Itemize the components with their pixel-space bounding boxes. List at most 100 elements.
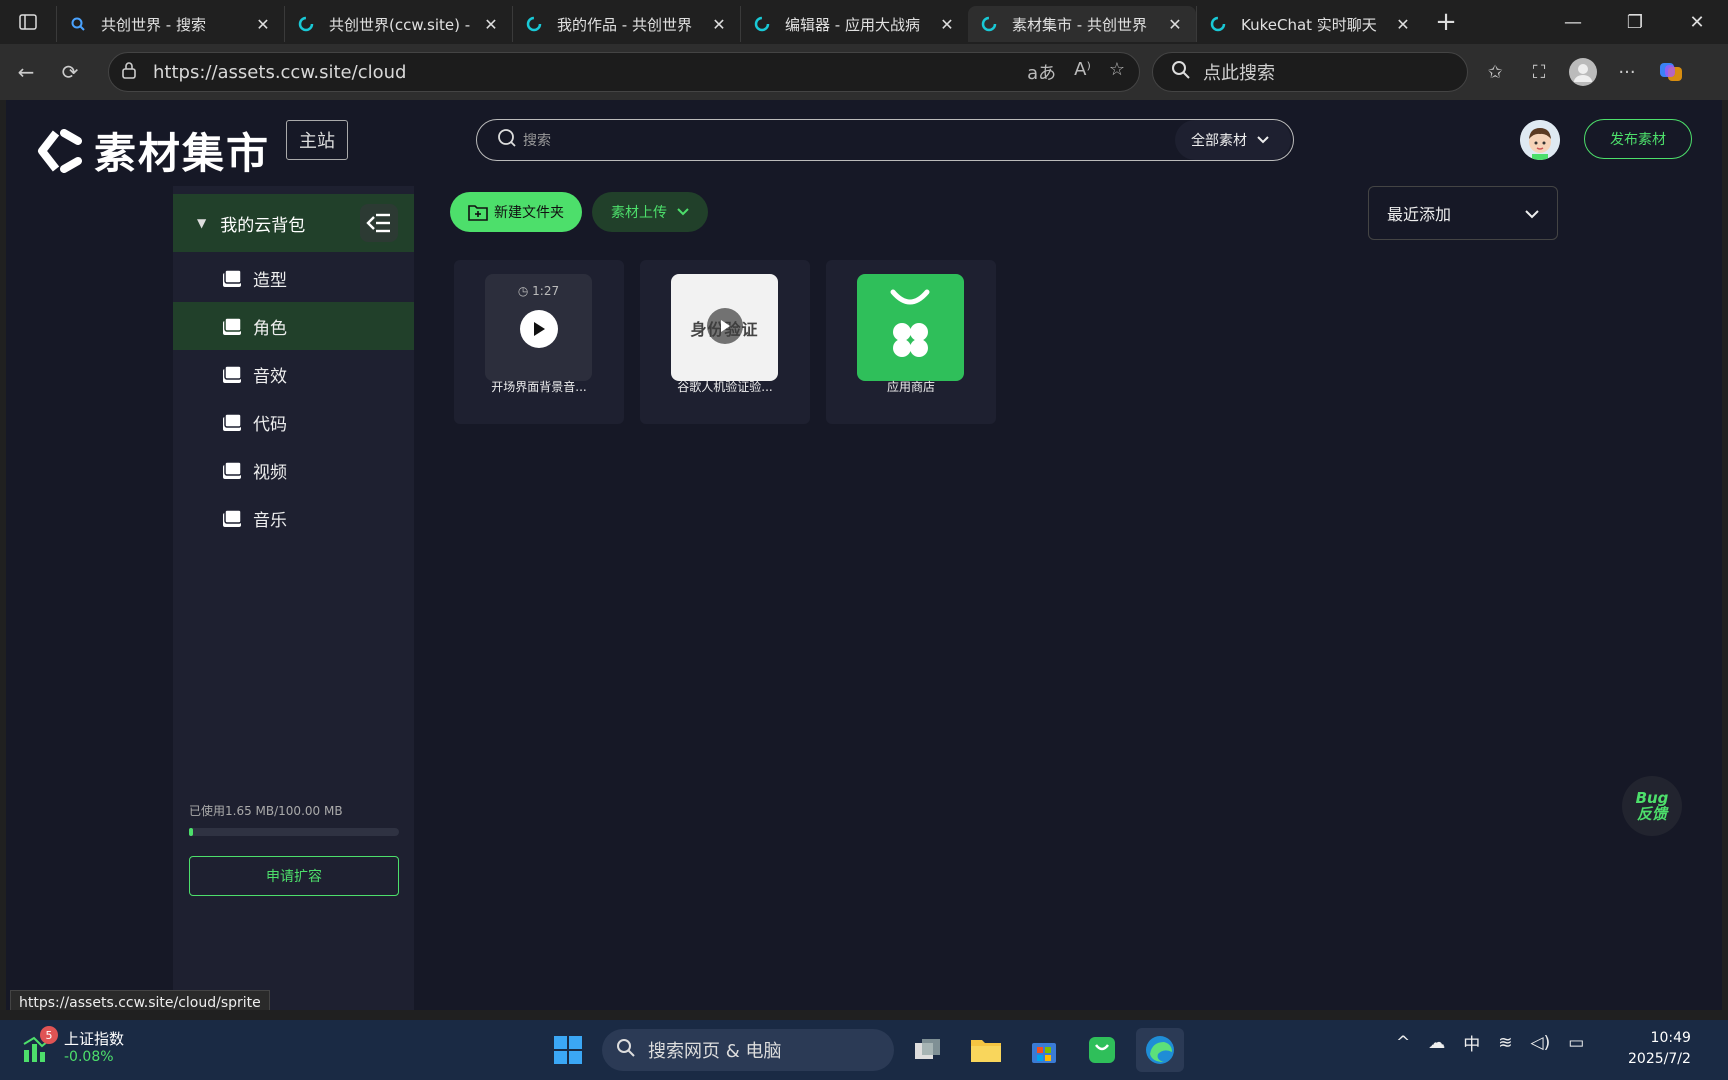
clock-time: 10:49 (1650, 1030, 1691, 1046)
link-status-tooltip: https://assets.ccw.site/cloud/sprite (10, 990, 270, 1010)
bug-line2: 反馈 (1636, 805, 1667, 823)
task-view-button[interactable] (904, 1028, 952, 1072)
collapse-sidebar-button[interactable] (360, 204, 398, 242)
close-icon[interactable]: ✕ (482, 15, 500, 34)
collapse-icon (366, 213, 390, 233)
new-tab-button[interactable]: + (1424, 7, 1468, 37)
storage-usage-fill (189, 828, 194, 836)
browser-tab[interactable]: 共创世界 - 搜索 ✕ (56, 6, 284, 42)
search-icon (1171, 60, 1191, 84)
task-view-icon (915, 1039, 940, 1059)
folder-icon (971, 1040, 1001, 1062)
file-explorer-button[interactable] (962, 1028, 1010, 1072)
storage-usage-bar (189, 828, 399, 836)
folder-plus-icon (468, 205, 488, 221)
sidebar-item-video[interactable]: 视频 (173, 446, 414, 494)
site-logo[interactable]: 素材集市 (36, 120, 270, 181)
store-button[interactable] (1020, 1028, 1068, 1072)
read-aloud-icon[interactable]: A⁾ (1074, 59, 1091, 85)
browser-tab-strip: 共创世界 - 搜索 ✕ 共创世界(ccw.site) - ✕ 我的作品 - 共创… (0, 0, 1728, 44)
back-button[interactable]: ← (4, 52, 48, 92)
onedrive-icon[interactable]: ☁ (1428, 1033, 1445, 1053)
sort-label: 最近添加 (1387, 205, 1452, 224)
close-icon[interactable]: ✕ (254, 15, 272, 34)
minimize-icon[interactable]: — (1542, 0, 1604, 44)
sidebar-item-sprite[interactable]: 角色 (173, 302, 414, 350)
asset-card[interactable]: 应用商店 (826, 260, 996, 424)
ccw-icon (525, 15, 543, 33)
window-controls: — ❐ ✕ (1542, 0, 1728, 44)
screenshot-icon[interactable]: ⛶ (1524, 57, 1554, 87)
page-content: 素材集市 主站 搜索 全部素材 发布素材 ▼ 我的云背包 造型 角色 音效 代码… (6, 100, 1722, 1010)
translate-icon[interactable]: aあ (1027, 59, 1056, 85)
sidebar-item-sound[interactable]: 音效 (173, 350, 414, 398)
close-icon[interactable]: ✕ (1394, 15, 1412, 34)
start-button[interactable] (544, 1028, 592, 1072)
folder-icon (223, 461, 242, 479)
stock-widget[interactable]: 5 上证指数 -0.08% (22, 1026, 124, 1065)
battery-icon[interactable]: ▭ (1568, 1033, 1584, 1053)
tab-title: 共创世界 - 搜索 (101, 15, 206, 34)
app-store-thumbnail (857, 274, 964, 381)
taskbar-search[interactable]: 搜索网页 & 电脑 (602, 1029, 894, 1071)
system-clock[interactable]: 10:49 2025/7/2 (1628, 1028, 1691, 1070)
user-avatar[interactable] (1520, 120, 1560, 160)
folder-icon (223, 509, 242, 527)
new-folder-button[interactable]: 新建文件夹 (450, 192, 582, 232)
edge-browser-button[interactable] (1136, 1028, 1184, 1072)
copilot-icon[interactable] (1656, 57, 1686, 87)
more-icon[interactable]: ··· (1612, 57, 1642, 87)
new-folder-label: 新建文件夹 (494, 205, 564, 221)
close-icon[interactable]: ✕ (1166, 15, 1184, 34)
notification-badge: 5 (40, 1026, 58, 1044)
close-icon[interactable]: ✕ (710, 15, 728, 34)
browser-tab[interactable]: KukeChat 实时聊天 ✕ (1196, 6, 1424, 42)
sort-dropdown[interactable]: 最近添加 (1368, 186, 1558, 240)
main-site-button[interactable]: 主站 (286, 120, 348, 160)
restore-icon[interactable]: ❐ (1604, 0, 1666, 44)
wifi-icon[interactable]: ≋ (1498, 1033, 1512, 1053)
request-expansion-button[interactable]: 申请扩容 (189, 856, 399, 896)
volume-icon[interactable]: ◁) (1531, 1033, 1551, 1053)
close-icon[interactable]: ✕ (938, 15, 956, 34)
close-window-icon[interactable]: ✕ (1666, 0, 1728, 44)
favorites-icon[interactable]: ✩ (1480, 57, 1510, 87)
publish-asset-button[interactable]: 发布素材 (1584, 119, 1692, 159)
browser-tab[interactable]: 共创世界(ccw.site) - ✕ (284, 6, 512, 42)
app-store-taskbar-button[interactable] (1078, 1028, 1126, 1072)
asset-search-bar[interactable]: 搜索 全部素材 (476, 119, 1294, 161)
chevron-up-icon[interactable]: ^ (1396, 1033, 1410, 1053)
sidebar-item-costume[interactable]: 造型 (173, 254, 414, 302)
sidebar-item-music[interactable]: 音乐 (173, 494, 414, 542)
sidebar-item-code[interactable]: 代码 (173, 398, 414, 446)
browser-tab[interactable]: 编辑器 - 应用大战病 ✕ (740, 6, 968, 42)
play-button[interactable] (520, 310, 558, 348)
address-bar[interactable]: https://assets.ccw.site/cloud aあ A⁾ ☆ (108, 52, 1140, 92)
asset-card[interactable]: ◷ 1:27 开场界面背景音... (454, 260, 624, 424)
refresh-button[interactable]: ⟳ (48, 52, 92, 92)
cloud-backpack-sidebar: ▼ 我的云背包 造型 角色 音效 代码 视频 音乐 已使用1.65 MB/100… (173, 186, 414, 1010)
folder-icon (223, 413, 242, 431)
asset-search-input[interactable]: 搜索 (523, 130, 1175, 150)
caret-down-icon: ▼ (197, 216, 207, 230)
asset-card[interactable]: 身份验证 谷歌人机验证验... (640, 260, 810, 424)
upload-asset-button[interactable]: 素材上传 (592, 192, 708, 232)
browser-tab-active[interactable]: 素材集市 - 共创世界 ✕ (968, 6, 1196, 42)
browser-tab[interactable]: 我的作品 - 共创世界 ✕ (512, 6, 740, 42)
ime-indicator[interactable]: 中 (1463, 1030, 1480, 1055)
category-dropdown[interactable]: 全部素材 (1175, 120, 1291, 160)
app-store-icon (890, 289, 930, 357)
asset-name: 开场界面背景音... (491, 380, 587, 394)
tab-actions-button[interactable] (0, 0, 56, 44)
bug-feedback-button[interactable]: Bug 反馈 (1622, 776, 1682, 836)
sidebar-header[interactable]: ▼ 我的云背包 (173, 194, 414, 252)
stock-change: -0.08% (64, 1049, 114, 1065)
logo-icon (38, 128, 82, 173)
favorite-star-icon[interactable]: ☆ (1109, 59, 1125, 85)
shopping-bag-icon (1089, 1037, 1115, 1063)
microsoft-store-icon (1032, 1043, 1056, 1063)
play-button[interactable] (707, 308, 743, 344)
sidebar-item-label: 音效 (253, 366, 287, 387)
profile-icon[interactable] (1568, 57, 1598, 87)
browser-search-box[interactable]: 点此搜索 (1152, 52, 1468, 92)
